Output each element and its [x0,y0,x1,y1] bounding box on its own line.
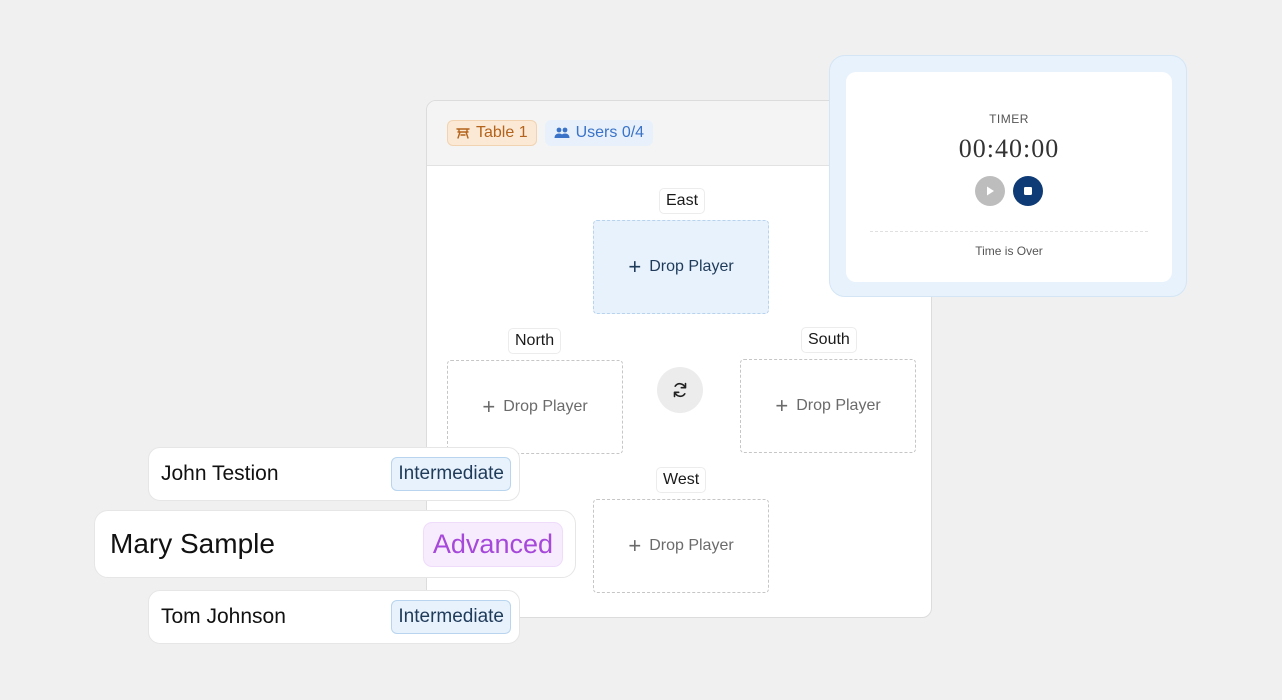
table-name-badge: Table 1 [447,120,537,146]
timer-card: TIMER 00:40:00 Time is Over [846,72,1172,282]
users-count: Users 0/4 [575,124,645,141]
seat-label-south: South [801,327,857,353]
rotate-seats-button[interactable] [657,367,703,413]
level-badge: Intermediate [391,600,511,634]
player-card[interactable]: John Testion Intermediate [148,447,520,501]
plus-icon: + [482,394,496,419]
player-name: Tom Johnson [161,605,286,628]
play-icon [987,186,994,196]
drop-slot-east[interactable]: + Drop Player [593,220,769,314]
player-card[interactable]: Mary Sample Advanced [94,510,576,578]
level-badge: Advanced [422,521,563,567]
player-name: John Testion [161,462,279,485]
timer-divider [870,231,1148,232]
stop-icon [1024,187,1032,195]
level-badge: Intermediate [391,457,511,491]
drop-slot-west[interactable]: + Drop Player [593,499,769,593]
rotate-icon [673,382,687,398]
drop-slot-label: Drop Player [649,537,734,554]
seat-label-east: East [659,188,706,214]
table-icon [456,128,470,139]
plus-icon: + [775,393,789,418]
drop-slot-north[interactable]: + Drop Player [447,360,623,454]
timer-panel: TIMER 00:40:00 Time is Over [829,55,1187,297]
seat-label-west: West [656,467,707,493]
drop-slot-south[interactable]: + Drop Player [740,359,916,453]
drop-slot-label: Drop Player [796,397,881,414]
seat-label-north: North [508,328,562,354]
drop-slot-label: Drop Player [649,258,734,275]
users-count-badge: Users 0/4 [544,120,654,146]
timer-value: 00:40:00 [958,134,1060,163]
users-icon [554,127,570,138]
timer-status: Time is Over [975,244,1043,258]
player-name: Mary Sample [110,528,275,559]
player-card[interactable]: Tom Johnson Intermediate [148,590,520,644]
timer-controls [846,176,1172,206]
drop-slot-label: Drop Player [503,398,588,415]
timer-title: TIMER [989,112,1029,126]
table-name: Table 1 [476,124,528,141]
plus-icon: + [628,533,642,558]
stop-button[interactable] [1013,176,1043,206]
plus-icon: + [628,254,642,279]
play-button[interactable] [975,176,1005,206]
